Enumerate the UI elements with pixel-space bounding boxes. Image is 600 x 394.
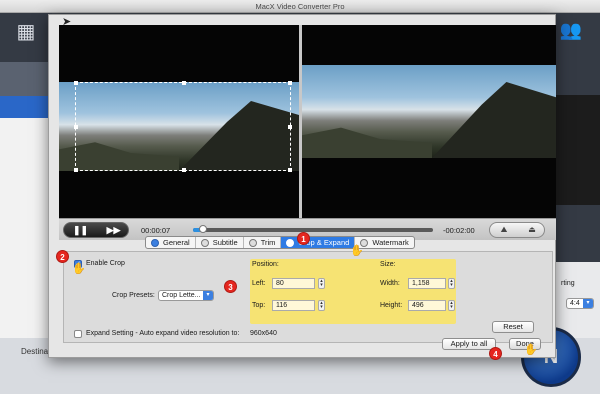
width-label: Width:	[380, 280, 400, 287]
left-field[interactable]: 80	[272, 278, 315, 289]
crop-handle[interactable]	[182, 81, 186, 85]
fast-forward-icon[interactable]: ▶▶	[97, 223, 130, 237]
step-marker-3: 3	[224, 280, 237, 293]
output-frame	[302, 65, 556, 158]
step-marker-4: 4	[489, 347, 502, 360]
mouse-cursor-icon: ➤	[62, 16, 72, 28]
crop-handle[interactable]	[288, 168, 292, 172]
trim-icon	[248, 238, 257, 247]
width-field[interactable]: 1,158	[408, 278, 446, 289]
click-cursor-icon: ✋	[350, 245, 364, 257]
settings-tabs: General Subtitle Trim Crop & Expand Wate…	[145, 236, 415, 249]
sort-label: rting	[561, 280, 575, 287]
playback-buttons: ❚❚ ▶▶	[63, 222, 129, 238]
file-list	[0, 118, 52, 338]
expand-setting-checkbox[interactable]	[74, 330, 82, 338]
window-title: MacX Video Converter Pro	[0, 0, 600, 13]
tab-general[interactable]: General	[146, 237, 196, 248]
size-label: Size:	[380, 261, 396, 268]
add-video-icon[interactable]: ▦	[14, 20, 38, 44]
apply-to-all-button[interactable]: Apply to all	[442, 338, 496, 350]
tab-watermark[interactable]: Watermark	[355, 237, 413, 248]
general-icon	[151, 238, 159, 247]
expand-resolution-value: 960x640	[250, 330, 277, 337]
seek-slider[interactable]	[193, 225, 433, 233]
left-label: Left:	[252, 280, 266, 287]
remaining-time: -00:02:00	[443, 226, 475, 235]
top-stepper[interactable]: ▴ ▾	[318, 300, 325, 311]
crop-handle[interactable]	[74, 168, 78, 172]
eject-icon[interactable]: ⏏	[518, 223, 546, 237]
video-preview	[59, 25, 556, 218]
output-preview	[302, 25, 556, 218]
crop-handle[interactable]	[288, 81, 292, 85]
output-settings-panel: rting 4:4 ▾	[556, 262, 600, 338]
people-icon[interactable]: 👥	[556, 20, 586, 44]
enable-crop-label: Enable Crop	[86, 260, 125, 267]
destination-label: Destina	[21, 347, 49, 356]
height-stepper[interactable]: ▴ ▾	[448, 300, 455, 311]
seek-knob[interactable]	[198, 225, 207, 233]
position-label: Position:	[252, 261, 279, 268]
click-cursor-icon: ✋	[524, 344, 538, 356]
crop-handle[interactable]	[74, 81, 78, 85]
crop-values-group: Position: Size: Left: 80 ▴ ▾ Top: 116 ▴ ▾ …	[250, 259, 456, 324]
view-buttons: ⛰ ⏏	[489, 222, 545, 238]
subtitle-icon	[200, 238, 209, 247]
crop-icon	[286, 238, 295, 247]
crop-presets-select[interactable]: Crop Lette... ▾	[158, 290, 214, 301]
reset-button[interactable]: Reset	[492, 321, 534, 333]
snapshot-icon[interactable]: ⛰	[490, 223, 518, 237]
width-stepper[interactable]: ▴ ▾	[448, 278, 455, 289]
crop-selection[interactable]	[74, 81, 292, 172]
tab-trim[interactable]: Trim	[244, 237, 282, 248]
crop-handle[interactable]	[74, 125, 78, 129]
top-label: Top:	[252, 302, 266, 309]
edit-dialog: ❚❚ ▶▶ 00:00:07 -00:02:00 ⛰ ⏏ General Sub…	[48, 14, 556, 358]
original-preview	[59, 25, 299, 218]
top-field[interactable]: 116	[272, 300, 315, 311]
crop-settings-panel: ✓ Enable Crop Crop Presets: Crop Lette..…	[63, 251, 553, 343]
thumbnail[interactable]	[0, 62, 52, 96]
selected-item[interactable]	[0, 96, 52, 118]
step-marker-1: 1	[297, 232, 310, 245]
elapsed-time: 00:00:07	[141, 226, 171, 235]
preview-thumbnail	[556, 95, 600, 205]
height-field[interactable]: 496	[408, 300, 446, 311]
left-stepper[interactable]: ▴ ▾	[318, 278, 325, 289]
crop-presets-label: Crop Presets:	[112, 292, 155, 299]
tab-subtitle[interactable]: Subtitle	[196, 237, 244, 248]
crop-handle[interactable]	[288, 125, 292, 129]
step-marker-2: 2	[56, 250, 69, 263]
expand-setting-label: Expand Setting - Auto expand video resol…	[86, 330, 240, 337]
ratio-select[interactable]: 4:4 ▾	[566, 298, 594, 309]
click-cursor-icon: ✋	[72, 263, 86, 275]
pause-icon[interactable]: ❚❚	[64, 223, 97, 237]
crop-handle[interactable]	[182, 168, 186, 172]
height-label: Height:	[380, 302, 403, 309]
tab-crop-expand[interactable]: Crop & Expand	[281, 237, 356, 248]
